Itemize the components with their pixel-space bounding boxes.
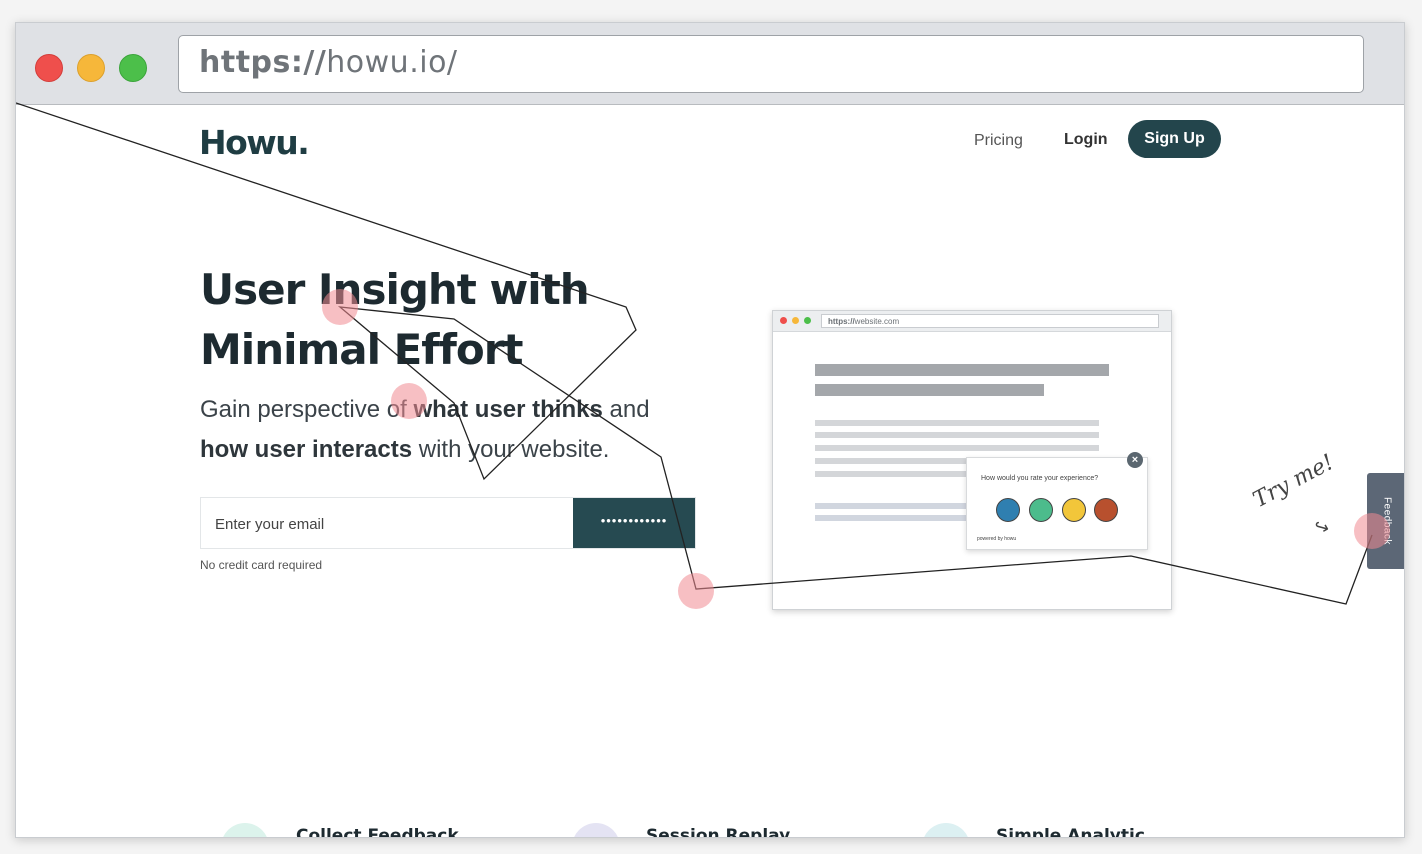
minimize-window-button[interactable] [77,54,105,82]
mockup-heading-line [815,364,1109,376]
mockup-text-line [815,471,975,477]
face-very-unhappy-icon[interactable] [996,498,1020,522]
maximize-window-button[interactable] [119,54,147,82]
curved-arrow-icon: ↪ [1311,515,1332,539]
feedback-tab[interactable]: Feedback [1367,473,1404,569]
mockup-text-line [815,445,1099,451]
signup-button[interactable]: Sign Up [1128,120,1221,158]
mockup-heading-line [815,384,1044,396]
web-page: Howu. Pricing Login Sign Up User Insight… [16,105,1404,838]
hero-sub-bold2: how user interacts [200,436,413,463]
survey-powered-by: powered by howu [977,536,1017,542]
collect-feedback-icon [221,823,269,837]
nav-login-link[interactable]: Login [1064,131,1108,149]
hero-sub-text2: and [602,396,650,423]
mockup-toolbar: https://website.com [773,311,1171,332]
address-bar[interactable]: https://howu.io/ [178,35,1364,93]
hero-title: User Insight with Minimal Effort [200,260,680,380]
mockup-text-line [815,432,1099,438]
mockup-yellow-dot [792,317,799,324]
url-host: howu.io/ [326,45,458,80]
browser-window: https://howu.io/ Howu. Pricing Login Sig… [15,22,1405,838]
hero-title-line1: User Insight with [200,265,590,314]
mockup-url-host: website.com [854,317,900,326]
face-angry-icon[interactable] [1094,498,1118,522]
email-submit-button[interactable]: •••••••••••• [573,498,695,548]
close-window-button[interactable] [35,54,63,82]
try-me-annotation: Try me! [1249,449,1339,513]
hero-sub-bold1: what user thinks [413,396,603,423]
mockup-text-line [815,420,1099,426]
mockup-url-scheme: https:// [828,317,855,326]
nav-pricing-link[interactable]: Pricing [974,132,1023,150]
hero-sub-text1: Gain perspective of [200,396,414,423]
browser-toolbar: https://howu.io/ [16,23,1404,105]
mockup-text-line [815,458,975,464]
mockup-text-line [815,503,975,509]
hero-title-line2: Minimal Effort [200,325,524,374]
brand-logo[interactable]: Howu. [199,123,310,162]
mockup-text-line [815,515,975,521]
face-happy-icon[interactable] [1062,498,1086,522]
close-icon[interactable]: × [1127,452,1143,468]
feature-session-replay: Session Replay [646,826,791,838]
feedback-tab-label: Feedback [1381,497,1393,545]
session-replay-icon [572,823,620,837]
simple-analytic-icon [922,823,970,837]
mockup-green-dot [804,317,811,324]
mockup-address-bar: https://website.com [821,314,1159,328]
url-scheme: https:// [199,45,327,80]
feature-simple-analytic: Simple Analytic [996,826,1145,838]
mockup-red-dot [780,317,787,324]
hero-subtitle: Gain perspective of what user thinks and… [200,390,720,470]
email-input[interactable] [201,498,589,550]
face-neutral-icon[interactable] [1029,498,1053,522]
feature-collect-feedback: Collect Feedback [296,826,459,838]
signup-form: •••••••••••• [200,497,696,550]
no-credit-card-note: No credit card required [200,558,323,572]
hero-sub-text3: with your website. [412,436,610,463]
survey-question: How would you rate your experience? [981,475,1099,482]
survey-popup: How would you rate your experience? powe… [966,457,1148,550]
